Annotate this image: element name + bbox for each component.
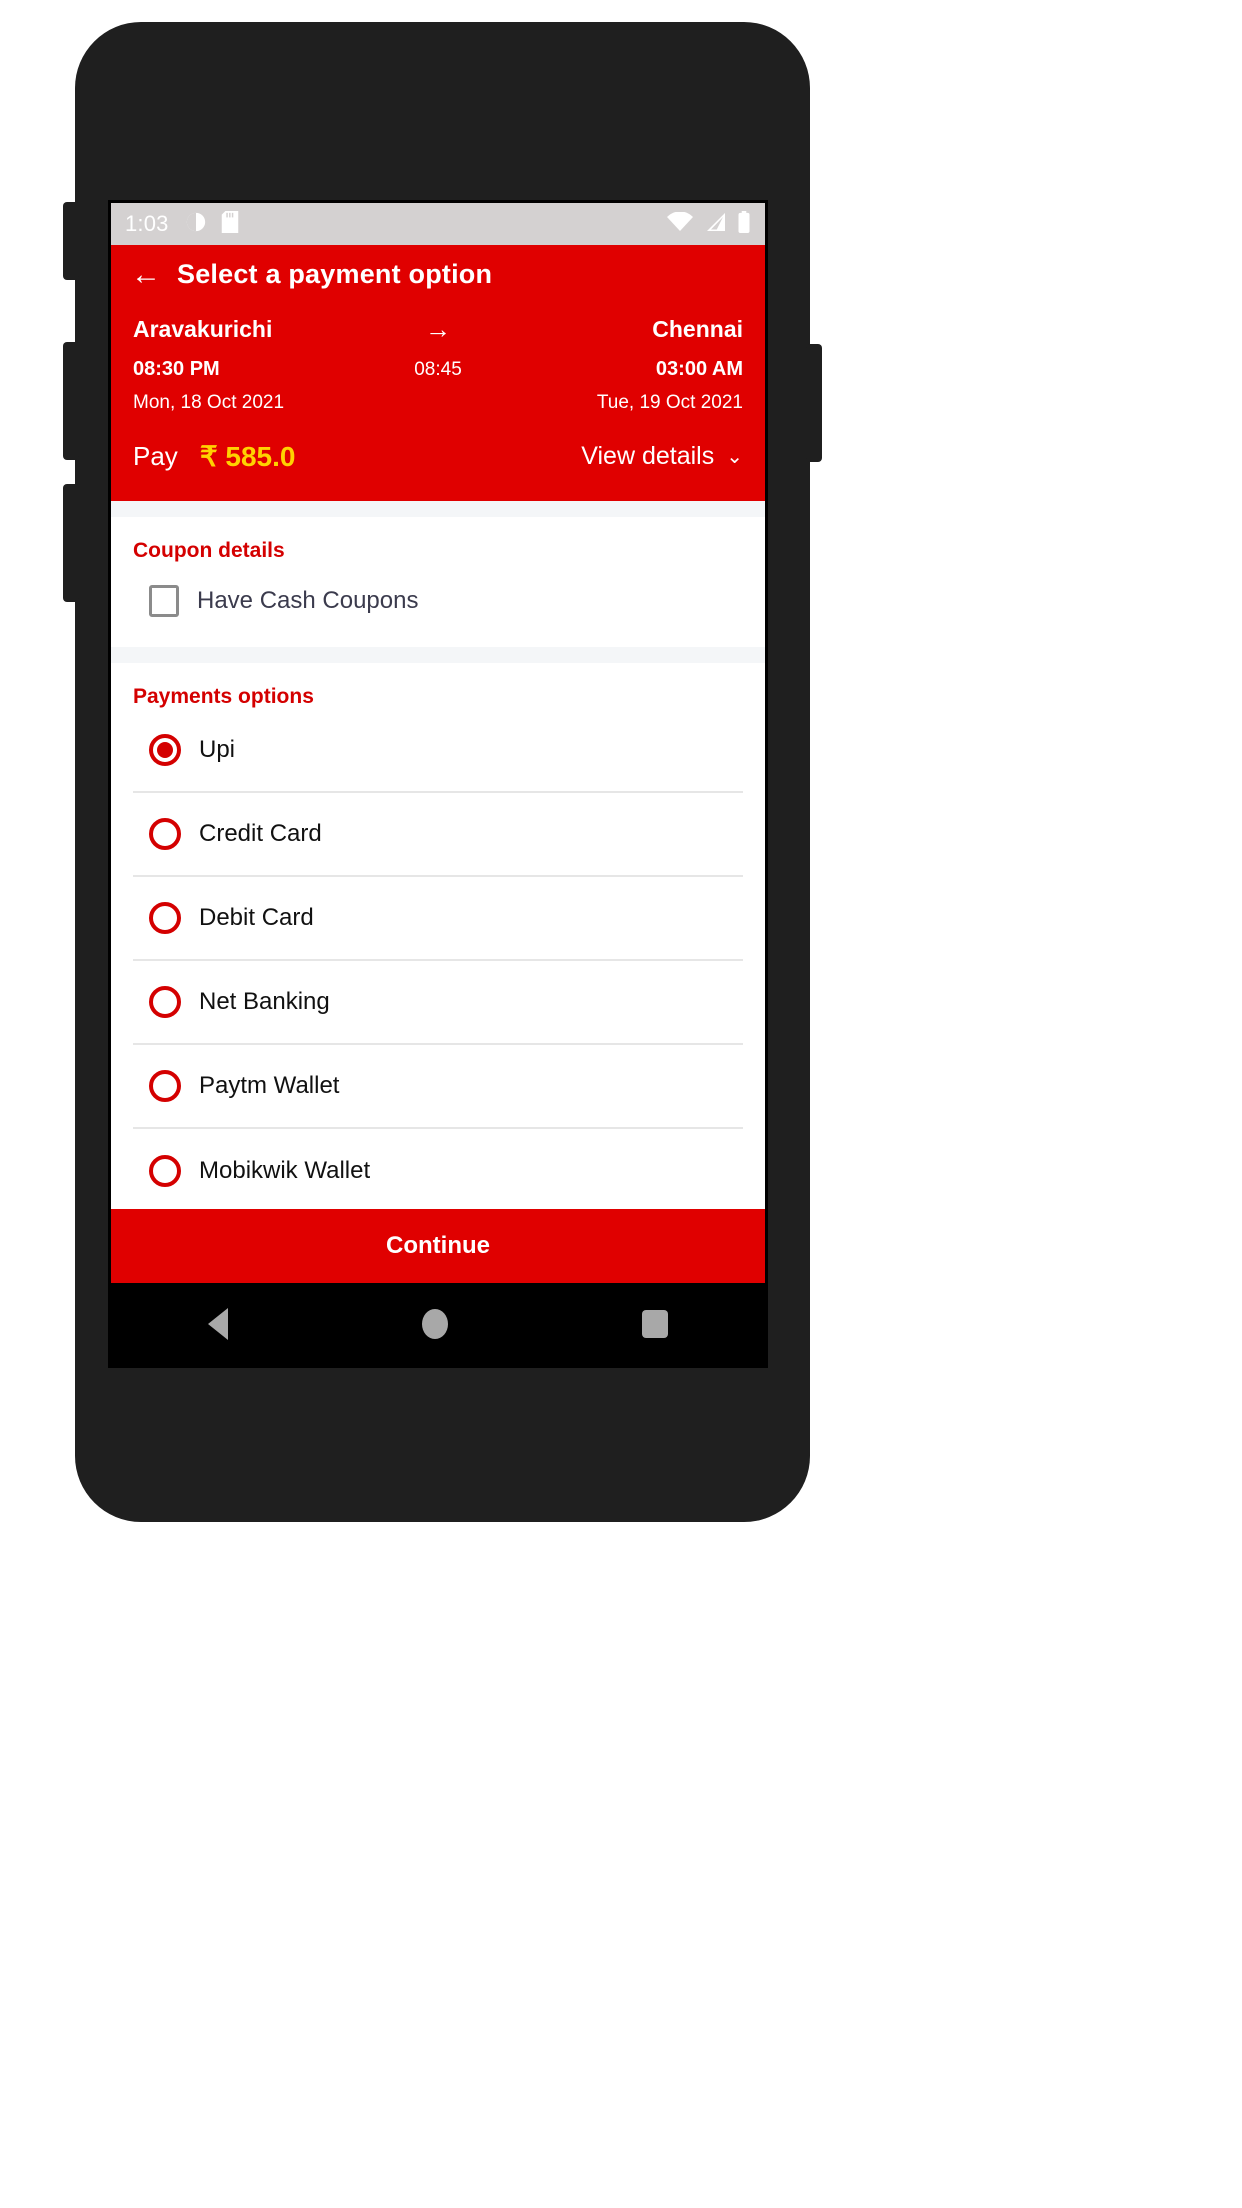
have-cash-coupons-row[interactable]: Have Cash Coupons [133,563,743,617]
payment-option-label: Paytm Wallet [199,1072,340,1099]
radio-icon-net-banking[interactable] [149,986,181,1018]
android-navigation-bar [111,1283,765,1365]
payment-option-mobikwik-wallet[interactable]: Mobikwik Wallet [133,1129,743,1213]
journey-duration: 08:45 [414,358,462,380]
page-title: Select a payment option [177,259,493,289]
radio-icon-debit-card[interactable] [149,902,181,934]
radio-icon-paytm-wallet[interactable] [149,1070,181,1102]
journey-city-row: Aravakurichi → Chennai [133,314,743,345]
payment-option-label: Credit Card [199,820,322,847]
app-bar: ← Select a payment option [111,245,765,292]
device-button-left-top[interactable] [63,202,79,280]
device-button-volume-down[interactable] [63,484,79,602]
status-bar: 1:03 [111,203,765,245]
payment-option-label: Net Banking [199,988,330,1015]
radio-icon-upi[interactable] [149,734,181,766]
recents-square-icon[interactable] [642,1310,668,1338]
status-bar-clock: 1:03 [125,211,169,236]
have-cash-coupons-checkbox[interactable] [149,585,179,617]
section-gap-top [111,501,765,517]
payment-option-label: Mobikwik Wallet [199,1157,371,1184]
status-bar-right-icons [667,210,751,238]
device-button-power[interactable] [806,344,822,462]
pay-amount: ₹ 585.0 [199,441,296,472]
journey-summary: Aravakurichi → Chennai 08:30 PM 08:45 03… [111,292,765,414]
payment-option-debit-card[interactable]: Debit Card [133,877,743,961]
payment-option-net-banking[interactable]: Net Banking [133,961,743,1045]
journey-origin: Aravakurichi [133,316,273,342]
journey-date-row: Mon, 18 Oct 2021 Tue, 19 Oct 2021 [133,392,743,414]
payment-option-credit-card[interactable]: Credit Card [133,793,743,877]
payments-section: Payments options Upi Credit Card Debit C… [111,663,765,1213]
have-cash-coupons-label: Have Cash Coupons [197,587,419,614]
page-content: Coupon details Have Cash Coupons Payment… [111,501,765,1213]
back-triangle-icon[interactable] [208,1308,228,1340]
continue-button[interactable]: Continue [111,1209,765,1283]
alarm-icon [185,211,207,238]
device-button-volume-up[interactable] [63,342,79,460]
radio-icon-credit-card[interactable] [149,818,181,850]
phone-screen: 1:03 ← Select a payment option Aravakuri… [108,200,768,1368]
sd-card-icon [221,210,239,238]
radio-icon-mobikwik-wallet[interactable] [149,1155,181,1187]
payment-option-upi[interactable]: Upi [133,709,743,793]
section-gap-middle [111,647,765,663]
journey-arrival-time: 03:00 AM [655,358,743,380]
back-arrow-icon[interactable]: ← [131,259,161,290]
journey-time-row: 08:30 PM 08:45 03:00 AM [133,358,743,381]
battery-icon [737,210,751,238]
journey-destination: Chennai [652,316,743,342]
home-circle-icon[interactable] [422,1309,448,1339]
pay-summary-row: Pay ₹ 585.0 View details ⌄ [111,414,765,501]
chevron-down-icon: ⌄ [726,446,743,468]
payment-option-label: Upi [199,736,236,763]
pay-label: Pay [133,441,178,471]
payments-section-title: Payments options [133,685,314,708]
journey-departure-date: Mon, 18 Oct 2021 [133,392,285,413]
coupon-section-title: Coupon details [133,539,285,562]
payment-option-label: Debit Card [199,904,314,931]
view-details-button[interactable]: View details ⌄ [581,442,743,471]
payment-option-paytm-wallet[interactable]: Paytm Wallet [133,1045,743,1129]
journey-arrow-icon: → [425,314,451,344]
view-details-label: View details [581,442,715,470]
status-bar-left-icons [185,210,239,238]
journey-departure-time: 08:30 PM [133,358,220,380]
coupon-section: Coupon details Have Cash Coupons [111,517,765,647]
wifi-icon [667,210,693,237]
journey-arrival-date: Tue, 19 Oct 2021 [596,392,743,413]
cellular-signal-icon [704,212,726,237]
